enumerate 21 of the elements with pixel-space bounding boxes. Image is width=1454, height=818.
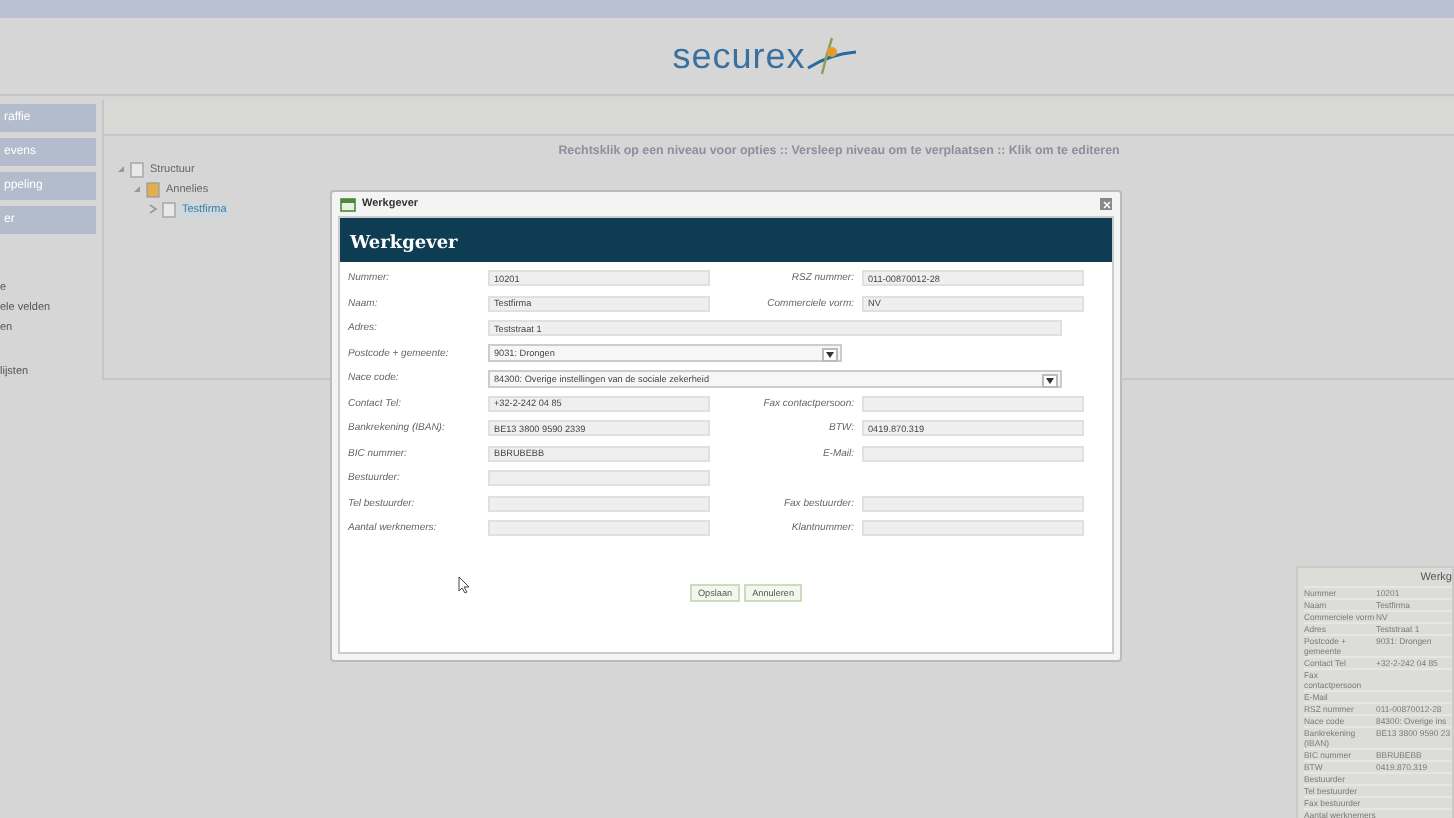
dropdown-arrow-icon[interactable] [822, 348, 838, 363]
input-field[interactable] [862, 395, 1084, 412]
node-icon [146, 181, 160, 197]
input-field[interactable] [862, 520, 1084, 537]
close-icon[interactable] [1100, 198, 1112, 210]
dialog-heading: Werkgever [340, 218, 1112, 262]
mouse-cursor-icon [458, 576, 470, 594]
logo-text: securex [672, 36, 806, 76]
node-icon [162, 201, 176, 217]
input-field[interactable] [488, 520, 710, 537]
input-field[interactable] [488, 495, 710, 512]
logo-swoosh-icon [805, 36, 858, 76]
expand-toggle-icon[interactable] [116, 164, 126, 174]
input-field[interactable] [488, 470, 710, 487]
input-field[interactable] [862, 445, 1084, 462]
window-icon [340, 197, 356, 211]
dropdown-arrow-icon[interactable] [1042, 373, 1058, 388]
expand-toggle-icon[interactable] [132, 184, 142, 194]
input-field[interactable] [862, 495, 1084, 512]
expand-toggle-icon[interactable] [148, 204, 158, 214]
node-icon [130, 161, 144, 177]
